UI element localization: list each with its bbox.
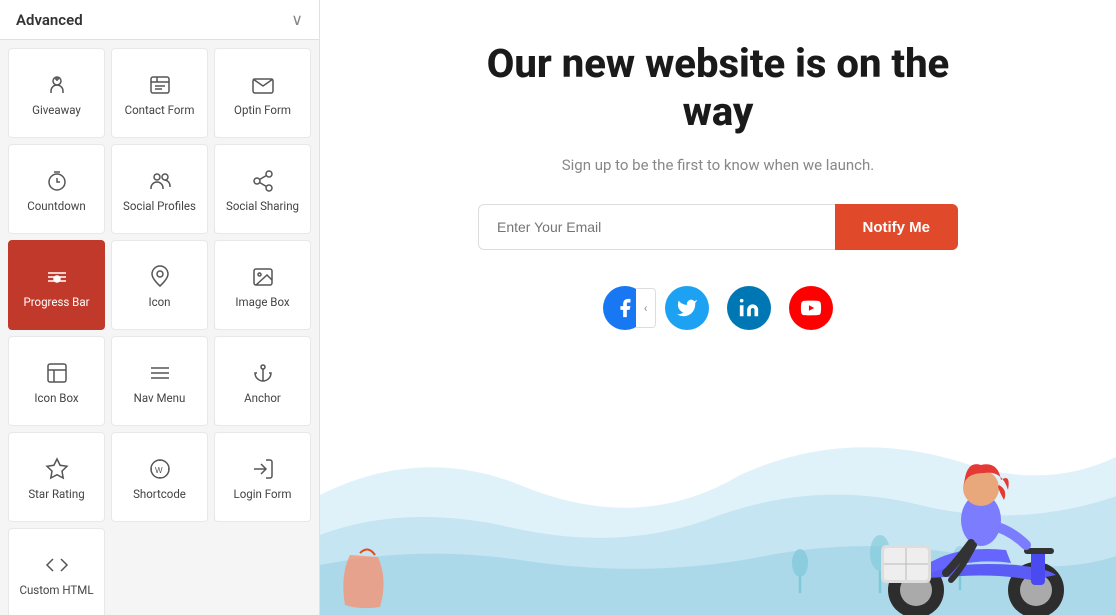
widget-login-form[interactable]: Login Form xyxy=(214,432,311,522)
widget-contact-form[interactable]: Contact Form xyxy=(111,48,208,138)
widget-image-box[interactable]: Image Box xyxy=(214,240,311,330)
preview-title: Our new website is on the way xyxy=(468,40,968,136)
custom-html-label: Custom HTML xyxy=(19,583,93,598)
social-profiles-label: Social Profiles xyxy=(123,199,196,214)
widget-social-sharing[interactable]: Social Sharing xyxy=(214,144,311,234)
shortcode-label: Shortcode xyxy=(133,487,186,502)
icon-widget-label: Icon xyxy=(148,295,170,310)
shortcode-icon: W xyxy=(148,457,172,481)
progress-bar-icon xyxy=(45,265,69,289)
icon-widget-icon xyxy=(148,265,172,289)
custom-html-icon xyxy=(45,553,69,577)
nav-menu-icon xyxy=(148,361,172,385)
countdown-label: Countdown xyxy=(27,199,86,214)
preview-area: Our new website is on the way Sign up to… xyxy=(320,0,1116,615)
left-panel: Advanced ∨ Giveaway xyxy=(0,0,320,615)
widget-anchor[interactable]: Anchor xyxy=(214,336,311,426)
panel-collapse-icon[interactable]: ∨ xyxy=(291,10,303,29)
countdown-icon xyxy=(45,169,69,193)
widget-star-rating[interactable]: Star Rating xyxy=(8,432,105,522)
widget-progress-bar[interactable]: Progress Bar xyxy=(8,240,105,330)
scooter-illustration xyxy=(836,405,1106,615)
icon-box-icon xyxy=(45,361,69,385)
panel-collapse-handle[interactable]: ‹ xyxy=(636,288,656,328)
widget-icon[interactable]: Icon xyxy=(111,240,208,330)
image-box-icon xyxy=(251,265,275,289)
image-box-label: Image Box xyxy=(235,295,289,310)
widget-optin-form[interactable]: Optin Form xyxy=(214,48,311,138)
optin-form-label: Optin Form xyxy=(234,103,291,118)
notify-button[interactable]: Notify Me xyxy=(835,204,959,250)
star-rating-icon xyxy=(45,457,69,481)
widget-giveaway[interactable]: Giveaway xyxy=(8,48,105,138)
login-form-icon xyxy=(251,457,275,481)
widget-social-profiles[interactable]: Social Profiles xyxy=(111,144,208,234)
contact-form-label: Contact Form xyxy=(125,103,195,118)
nav-menu-label: Nav Menu xyxy=(134,391,186,406)
widget-shortcode[interactable]: W Shortcode xyxy=(111,432,208,522)
star-rating-label: Star Rating xyxy=(28,487,84,502)
panel-title: Advanced xyxy=(16,11,83,29)
login-form-label: Login Form xyxy=(234,487,292,502)
social-profiles-icon xyxy=(148,169,172,193)
preview-subtitle: Sign up to be the first to know when we … xyxy=(562,156,874,174)
twitter-icon[interactable] xyxy=(665,286,709,330)
optin-form-icon xyxy=(251,73,275,97)
progress-bar-label: Progress Bar xyxy=(24,295,90,310)
anchor-icon xyxy=(251,361,275,385)
right-panel: Our new website is on the way Sign up to… xyxy=(320,0,1116,615)
social-sharing-icon xyxy=(251,169,275,193)
youtube-icon[interactable] xyxy=(789,286,833,330)
widget-countdown[interactable]: Countdown xyxy=(8,144,105,234)
social-sharing-label: Social Sharing xyxy=(226,199,299,214)
anchor-label: Anchor xyxy=(244,391,281,406)
left-decoration xyxy=(330,495,410,615)
linkedin-icon[interactable] xyxy=(727,286,771,330)
panel-header: Advanced ∨ xyxy=(0,0,319,40)
email-input[interactable] xyxy=(478,204,835,250)
icon-box-label: Icon Box xyxy=(34,391,78,406)
widget-custom-html[interactable]: Custom HTML xyxy=(8,528,105,615)
widgets-grid: Giveaway Contact Form xyxy=(0,40,319,615)
widget-icon-box[interactable]: Icon Box xyxy=(8,336,105,426)
widget-nav-menu[interactable]: Nav Menu xyxy=(111,336,208,426)
email-form: Notify Me xyxy=(478,204,958,250)
giveaway-label: Giveaway xyxy=(32,103,81,118)
giveaway-icon xyxy=(45,73,69,97)
svg-text:W: W xyxy=(155,466,163,475)
contact-form-icon xyxy=(148,73,172,97)
